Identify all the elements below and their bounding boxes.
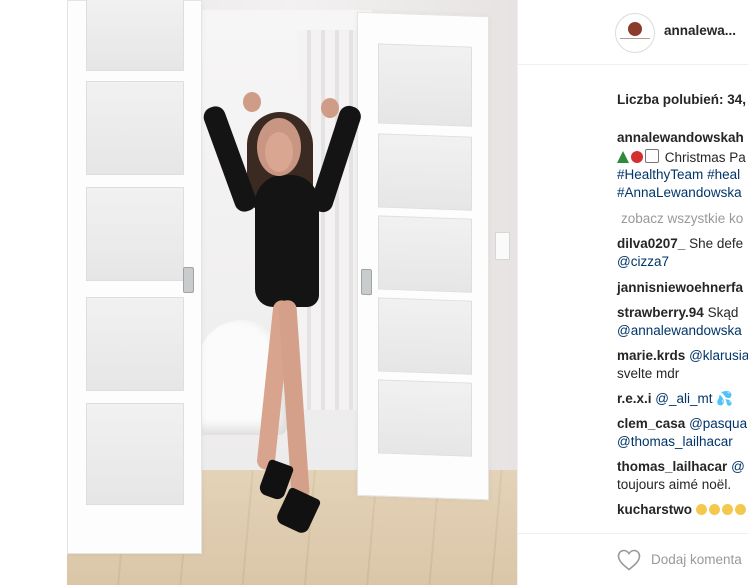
comment-row: @thomas_lailhacar	[617, 434, 733, 449]
comment-row: thomas_lailhacar @	[617, 459, 745, 474]
comment-username[interactable]: dilva0207_	[617, 236, 685, 251]
hashtag-link[interactable]: #AnnaLewandowska	[617, 185, 742, 200]
smiley-emoji-icons	[695, 502, 748, 517]
comment-row: r.e.x.i @_ali_mt 💦	[617, 391, 733, 407]
comment-mention[interactable]: @pasqua	[689, 416, 747, 431]
post-photo[interactable]	[67, 0, 517, 585]
comment-row: dilva0207_ She defe	[617, 236, 743, 251]
comment-username[interactable]: jannisniewoehnerfa	[617, 280, 743, 295]
caption-author: annalewandowskah	[617, 130, 744, 145]
comment-mention[interactable]: @annalewandowska	[617, 323, 742, 338]
comment-username[interactable]: r.e.x.i	[617, 391, 652, 406]
photo-light-switch	[495, 232, 510, 260]
post-side-panel: annalewa... Liczba polubień: 34, annalew…	[517, 0, 748, 585]
comment-row: marie.krds @klarusia	[617, 348, 748, 363]
caption-tags-line-4: #AnnaLewandowska	[617, 185, 742, 200]
comment-username[interactable]: marie.krds	[617, 348, 685, 363]
hashtag-link[interactable]: #heal	[707, 167, 740, 182]
comment-mention[interactable]: @cizza7	[617, 254, 669, 269]
instagram-post-view: annalewa... Liczba polubień: 34, annalew…	[0, 0, 748, 585]
caption-tags-line-3: #HealthyTeam #heal	[617, 167, 740, 182]
caption-line-2: Christmas Pa	[617, 149, 746, 165]
hashtag-link[interactable]: #HealthyTeam	[617, 167, 703, 182]
comment-username[interactable]: clem_casa	[617, 416, 685, 431]
comment-username[interactable]: kucharstwo	[617, 502, 692, 517]
comment-mention[interactable]: @klarusia	[689, 348, 748, 363]
comment-row: kucharstwo	[617, 502, 748, 517]
caption-text: Christmas Pa	[664, 150, 746, 165]
comment-text: toujours aimé noël.	[617, 477, 732, 492]
comment-row: toujours aimé noël.	[617, 477, 731, 492]
comment-row: strawberry.94 Skąd	[617, 305, 738, 320]
comment-row: @annalewandowska	[617, 323, 742, 338]
santa-icon	[631, 151, 643, 163]
post-author-username[interactable]: annalewa...	[664, 23, 736, 38]
comment-text: Skąd	[707, 305, 739, 320]
comment-username[interactable]: thomas_lailhacar	[617, 459, 727, 474]
comment-mention[interactable]: @thomas_lailhacar	[617, 434, 733, 449]
droplets-icon: 💦	[716, 391, 734, 406]
post-header: annalewa...	[518, 0, 748, 65]
comment-row: svelte mdr	[617, 366, 679, 381]
heart-outline-icon[interactable]	[617, 549, 641, 571]
comment-username[interactable]: strawberry.94	[617, 305, 704, 320]
comment-mention[interactable]: @	[731, 459, 745, 474]
photo-right-door	[357, 11, 489, 501]
post-actions-bar: Dodaj komenta	[518, 533, 748, 585]
comment-row: @cizza7	[617, 254, 669, 269]
comment-mention[interactable]: @_ali_mt	[655, 391, 712, 406]
likes-count[interactable]: Liczba polubień: 34,	[617, 92, 746, 107]
profile-avatar[interactable]	[615, 13, 655, 53]
calendar-icon	[645, 149, 659, 163]
comment-row: clem_casa @pasqua	[617, 416, 747, 431]
christmas-tree-icon	[617, 151, 629, 163]
comment-text: She defe	[689, 236, 744, 251]
comment-row: jannisniewoehnerfa	[617, 280, 743, 295]
view-all-comments-link[interactable]: zobacz wszystkie ko	[621, 211, 743, 226]
comment-text: svelte mdr	[617, 366, 680, 381]
caption-username[interactable]: annalewandowskah	[617, 130, 744, 145]
add-comment-input[interactable]: Dodaj komenta	[651, 552, 742, 567]
photo-left-door	[67, 0, 202, 554]
